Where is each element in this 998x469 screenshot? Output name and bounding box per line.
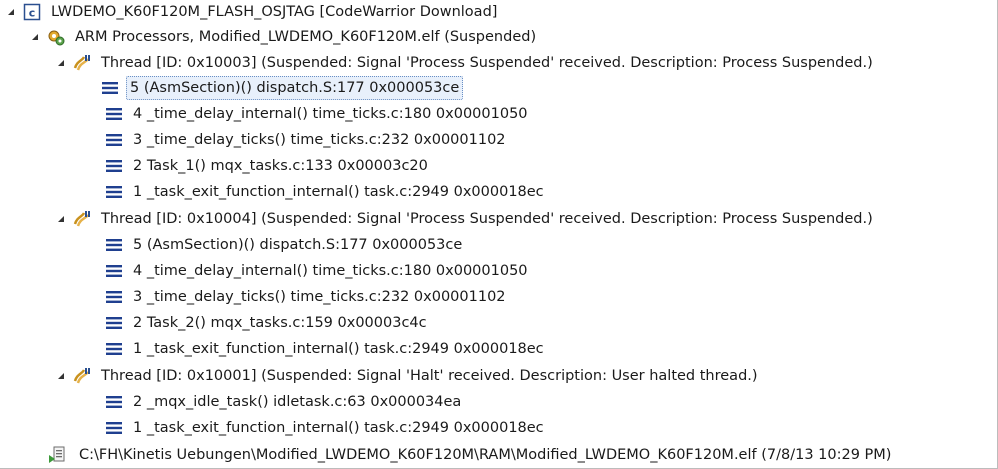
tree-row-launch[interactable]: c LWDEMO_K60F120M_FLASH_OSJTAG [CodeWarr… [6,0,500,24]
svg-text:c: c [29,7,36,20]
stack-frame-icon [104,235,124,255]
stack-frame-row[interactable]: 1 _task_exit_function_internal() task.c:… [104,416,547,440]
stack-frame-icon [104,182,124,202]
stack-frame-row[interactable]: 1 _task_exit_function_internal() task.c:… [104,180,547,204]
process-label: C:\FH\Kinetis Uebungen\Modified_LWDEMO_K… [79,447,892,463]
launch-config-icon: c [22,2,42,22]
stack-frame-icon [100,78,120,98]
stack-frame-row[interactable]: 5 (AsmSection)() dispatch.S:177 0x000053… [100,76,464,100]
stack-frame-row[interactable]: 2 _mqx_idle_task() idletask.c:63 0x00003… [104,390,464,414]
tree-row-thread[interactable]: Thread [ID: 0x10001] (Suspended: Signal … [56,364,761,388]
stack-frame-icon [104,313,124,333]
stack-frame-label: 2 Task_2() mqx_tasks.c:159 0x00003c4c [133,315,427,331]
processor-gears-icon [46,27,66,47]
collapse-triangle-icon[interactable] [56,214,66,224]
thread-suspended-icon [72,53,92,73]
stack-frame-row[interactable]: 2 Task_1() mqx_tasks.c:133 0x00003c20 [104,154,431,178]
stack-frame-row[interactable]: 3 _time_delay_ticks() time_ticks.c:232 0… [104,128,509,152]
stack-frame-label: 1 _task_exit_function_internal() task.c:… [133,341,544,357]
stack-frame-row[interactable]: 3 _time_delay_ticks() time_ticks.c:232 0… [104,285,509,309]
stack-frame-row[interactable]: 4 _time_delay_internal() time_ticks.c:18… [104,102,531,126]
stack-frame-icon [104,104,124,124]
thread-label: Thread [ID: 0x10004] (Suspended: Signal … [101,211,873,227]
thread-suspended-icon [72,366,92,386]
tree-row-thread[interactable]: Thread [ID: 0x10003] (Suspended: Signal … [56,51,876,75]
stack-frame-label: 5 (AsmSection)() dispatch.S:177 0x000053… [133,237,463,253]
stack-frame-icon [104,130,124,150]
thread-label: Thread [ID: 0x10001] (Suspended: Signal … [101,368,758,384]
stack-frame-label: 2 Task_1() mqx_tasks.c:133 0x00003c20 [133,158,428,174]
thread-label: Thread [ID: 0x10003] (Suspended: Signal … [101,55,873,71]
collapse-triangle-icon[interactable] [56,371,66,381]
stack-frame-icon [104,418,124,438]
stack-frame-row[interactable]: 1 _task_exit_function_internal() task.c:… [104,337,547,361]
stack-frame-label: 1 _task_exit_function_internal() task.c:… [133,184,544,200]
stack-frame-icon [104,156,124,176]
collapse-triangle-icon[interactable] [6,7,16,17]
process-executable-icon [48,445,68,465]
thread-suspended-icon [72,209,92,229]
stack-frame-icon [104,287,124,307]
stack-frame-row[interactable]: 4 _time_delay_internal() time_ticks.c:18… [104,259,531,283]
stack-frame-label: 1 _task_exit_function_internal() task.c:… [133,420,544,436]
stack-frame-label: 3 _time_delay_ticks() time_ticks.c:232 0… [133,132,506,148]
tree-row-target[interactable]: ARM Processors, Modified_LWDEMO_K60F120M… [30,25,539,49]
stack-frame-icon [104,392,124,412]
debug-view-tree: c LWDEMO_K60F120M_FLASH_OSJTAG [CodeWarr… [0,0,998,469]
tree-row-thread[interactable]: Thread [ID: 0x10004] (Suspended: Signal … [56,207,876,231]
launch-label: LWDEMO_K60F120M_FLASH_OSJTAG [CodeWarrio… [51,4,498,20]
stack-frame-label: 4 _time_delay_internal() time_ticks.c:18… [133,106,528,122]
stack-frame-label: 3 _time_delay_ticks() time_ticks.c:232 0… [133,289,506,305]
stack-frame-icon [104,261,124,281]
stack-frame-icon [104,339,124,359]
stack-frame-row[interactable]: 2 Task_2() mqx_tasks.c:159 0x00003c4c [104,311,430,335]
stack-frame-label: 5 (AsmSection)() dispatch.S:177 0x000053… [126,76,464,100]
stack-frame-row[interactable]: 5 (AsmSection)() dispatch.S:177 0x000053… [104,233,465,257]
collapse-triangle-icon[interactable] [56,58,66,68]
tree-row-process[interactable]: C:\FH\Kinetis Uebungen\Modified_LWDEMO_K… [48,443,894,467]
stack-frame-label: 2 _mqx_idle_task() idletask.c:63 0x00003… [133,394,462,410]
target-label: ARM Processors, Modified_LWDEMO_K60F120M… [75,29,537,45]
stack-frame-label: 4 _time_delay_internal() time_ticks.c:18… [133,263,528,279]
collapse-triangle-icon[interactable] [30,32,40,42]
